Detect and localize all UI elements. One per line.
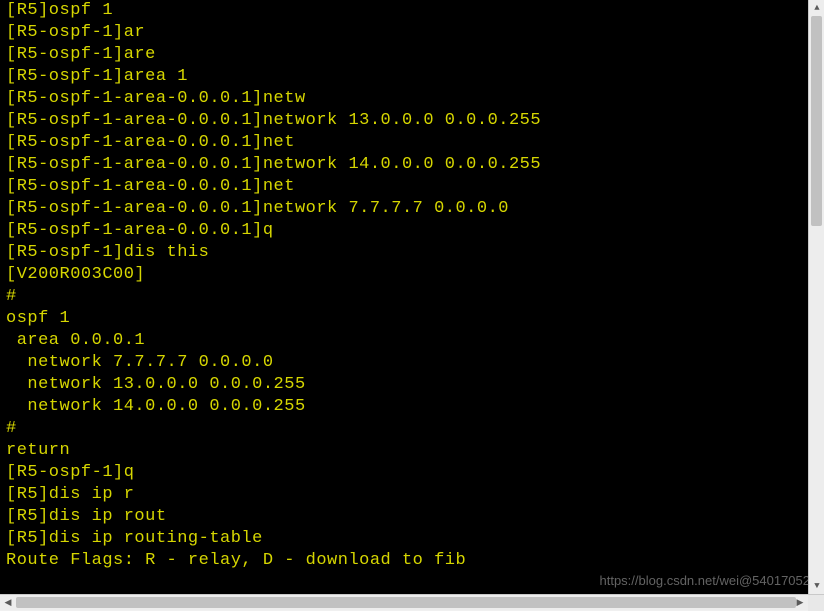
terminal-line: ospf 1 (6, 308, 802, 330)
scrollbar-corner (808, 595, 824, 611)
terminal-line: [V200R003C00] (6, 264, 802, 286)
terminal-line: [R5]dis ip routing-table (6, 528, 802, 550)
terminal-line: # (6, 418, 802, 440)
horizontal-scrollbar[interactable]: ◀ ▶ (0, 594, 824, 610)
terminal-line: [R5-ospf-1]are (6, 44, 802, 66)
terminal-line: [R5-ospf-1-area-0.0.0.1]net (6, 176, 802, 198)
terminal-line: area 0.0.0.1 (6, 330, 802, 352)
terminal-line: network 13.0.0.0 0.0.0.255 (6, 374, 802, 396)
vertical-scroll-track[interactable] (809, 16, 824, 578)
terminal-line: [R5]dis ip r (6, 484, 802, 506)
terminal-line: [R5-ospf-1-area-0.0.0.1]network 7.7.7.7 … (6, 198, 802, 220)
terminal-line: [R5-ospf-1]dis this (6, 242, 802, 264)
terminal-line: [R5-ospf-1-area-0.0.0.1]net (6, 132, 802, 154)
terminal-line: network 14.0.0.0 0.0.0.255 (6, 396, 802, 418)
terminal-output[interactable]: [R5]ospf 1[R5-ospf-1]ar[R5-ospf-1]are[R5… (0, 0, 808, 594)
terminal-line: [R5-ospf-1-area-0.0.0.1]network 14.0.0.0… (6, 154, 802, 176)
vertical-scroll-thumb[interactable] (811, 16, 822, 226)
horizontal-scroll-thumb[interactable] (16, 597, 796, 608)
terminal-line: [R5]dis ip rout (6, 506, 802, 528)
terminal-line: [R5-ospf-1-area-0.0.0.1]q (6, 220, 802, 242)
terminal-line: # (6, 286, 802, 308)
scroll-up-arrow-icon[interactable]: ▲ (809, 0, 824, 16)
terminal-line: Route Flags: R - relay, D - download to … (6, 550, 802, 572)
terminal-line: [R5-ospf-1]q (6, 462, 802, 484)
terminal-line: [R5-ospf-1]ar (6, 22, 802, 44)
scroll-down-arrow-icon[interactable]: ▼ (809, 578, 824, 594)
terminal-line: network 7.7.7.7 0.0.0.0 (6, 352, 802, 374)
scroll-left-arrow-icon[interactable]: ◀ (0, 595, 16, 611)
terminal-line: [R5-ospf-1-area-0.0.0.1]network 13.0.0.0… (6, 110, 802, 132)
terminal-line: [R5-ospf-1]area 1 (6, 66, 802, 88)
terminal-line: [R5]ospf 1 (6, 0, 802, 22)
terminal-line: [R5-ospf-1-area-0.0.0.1]netw (6, 88, 802, 110)
horizontal-scroll-track[interactable] (16, 595, 792, 610)
vertical-scrollbar[interactable]: ▲ ▼ (808, 0, 824, 594)
terminal-line: return (6, 440, 802, 462)
